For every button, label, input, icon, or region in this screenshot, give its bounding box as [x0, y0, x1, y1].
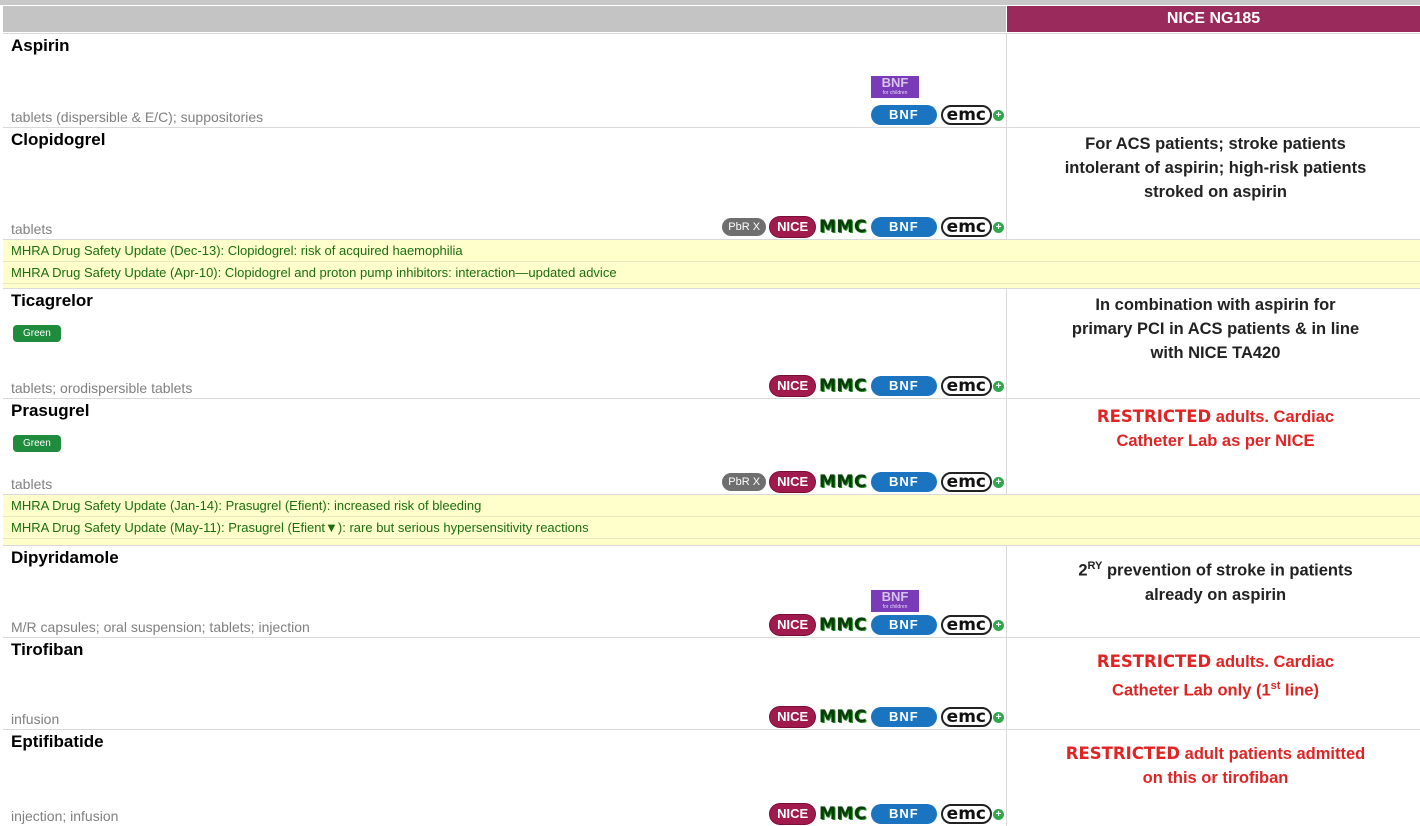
restricted-note: RESTRICTED adults. Cardiac Catheter Lab …: [1096, 407, 1335, 450]
mmc-button[interactable]: MMC: [819, 707, 867, 727]
emc-button[interactable]: emc +: [940, 105, 1004, 125]
column-divider: [1006, 34, 1007, 127]
drug-forms: tablets: [11, 476, 53, 492]
formulary-note: 2RY prevention of stroke in patients alr…: [1078, 560, 1353, 604]
pbr-excluded-badge: PbR X: [722, 218, 767, 236]
drug-row-ticagrelor: Ticagrelor Green tablets; orodispersible…: [3, 288, 1420, 398]
emc-button[interactable]: emc +: [940, 615, 1004, 635]
column-divider: [1006, 546, 1007, 637]
column-divider: [1006, 399, 1007, 494]
badge-group: PbR X NICE MMC BNF emc +: [722, 216, 1004, 238]
bnf-button[interactable]: BNF: [870, 472, 937, 492]
bnf-button[interactable]: BNF: [870, 217, 937, 237]
drug-row-tirofiban: Tirofiban infusion RESTRICTED adults. Ca…: [3, 637, 1420, 729]
column-divider: [1006, 128, 1007, 239]
drug-name[interactable]: Dipyridamole: [11, 548, 119, 568]
drug-name[interactable]: Eptifibatide: [11, 732, 104, 752]
nice-button[interactable]: NICE: [770, 707, 816, 727]
drug-row-eptifibatide: Eptifibatide injection; infusion RESTRIC…: [3, 729, 1420, 826]
drug-forms: injection; infusion: [11, 808, 119, 824]
drug-forms: infusion: [11, 711, 60, 727]
emc-button[interactable]: emc +: [940, 217, 1004, 237]
nice-button[interactable]: NICE: [770, 472, 816, 492]
emc-button[interactable]: emc +: [940, 804, 1004, 824]
pbr-excluded-badge: PbR X: [722, 473, 767, 491]
drug-row-dipyridamole: Dipyridamole M/R capsules; oral suspensi…: [3, 545, 1420, 637]
formulary-note: In combination with aspirin for primary P…: [1071, 296, 1360, 362]
drug-row-prasugrel: Prasugrel Green tablets RESTRICTED adult…: [3, 398, 1420, 494]
column-divider: [1006, 730, 1007, 826]
mhra-alert-link[interactable]: MHRA Drug Safety Update (Dec-13): Clopid…: [3, 240, 1420, 262]
emc-button[interactable]: emc +: [940, 707, 1004, 727]
drug-row-clopidogrel: Clopidogrel tablets For ACS patients; st…: [3, 127, 1420, 239]
drug-name[interactable]: Tirofiban: [11, 640, 83, 660]
mhra-alert-link[interactable]: MHRA Drug Safety Update (Jan-14): Prasug…: [3, 495, 1420, 517]
badge-group: NICE MMC BNF emc +: [770, 706, 1004, 728]
drug-name[interactable]: Prasugrel: [11, 401, 89, 421]
formulary-table: NICE NG185 Aspirin tablets (dispersible …: [0, 0, 1420, 826]
green-status-tag[interactable]: Green: [13, 325, 61, 342]
drug-forms: M/R capsules; oral suspension; tablets; …: [11, 619, 310, 635]
badge-group: NICE MMC BNF emc +: [770, 803, 1004, 825]
mmc-button[interactable]: MMC: [819, 217, 867, 237]
bnf-button[interactable]: BNF: [870, 376, 937, 396]
bnf-button[interactable]: BNF: [870, 105, 937, 125]
nice-button[interactable]: NICE: [770, 804, 816, 824]
nice-button[interactable]: NICE: [770, 376, 816, 396]
bnf-button[interactable]: BNF: [870, 615, 937, 635]
restricted-note: RESTRICTED adult patients admitted on th…: [1065, 744, 1366, 787]
mmc-button[interactable]: MMC: [819, 615, 867, 635]
mmc-button[interactable]: MMC: [819, 472, 867, 492]
column-divider: [1006, 289, 1007, 398]
mmc-button[interactable]: MMC: [819, 804, 867, 824]
header-blank: [3, 6, 1006, 32]
badge-group: BNF emc +: [870, 104, 1004, 126]
badge-group: NICE MMC BNF emc +: [770, 375, 1004, 397]
green-status-tag[interactable]: Green: [13, 435, 61, 452]
mhra-alerts-clopidogrel: MHRA Drug Safety Update (Dec-13): Clopid…: [3, 239, 1420, 288]
drug-forms: tablets; orodispersible tablets: [11, 380, 193, 396]
mhra-alert-link[interactable]: MHRA Drug Safety Update (May-11): Prasug…: [3, 517, 1420, 539]
mhra-alert-link[interactable]: MHRA Drug Safety Update (Apr-10): Clopid…: [3, 262, 1420, 284]
badge-group: PbR X NICE MMC BNF emc +: [722, 471, 1004, 493]
drug-name[interactable]: Aspirin: [11, 36, 70, 56]
mhra-alerts-prasugrel: MHRA Drug Safety Update (Jan-14): Prasug…: [3, 494, 1420, 545]
guideline-header: NICE NG185: [1007, 6, 1420, 32]
drug-forms: tablets (dispersible & E/C); suppositori…: [11, 109, 264, 125]
nice-button[interactable]: NICE: [770, 217, 816, 237]
bnfc-icon[interactable]: BNF for children: [871, 76, 919, 98]
drug-name[interactable]: Ticagrelor: [11, 291, 93, 311]
bnfc-icon[interactable]: BNF for children: [871, 590, 919, 612]
emc-button[interactable]: emc +: [940, 472, 1004, 492]
mmc-button[interactable]: MMC: [819, 376, 867, 396]
drug-row-aspirin: Aspirin tablets (dispersible & E/C); sup…: [3, 33, 1420, 127]
top-rule: [0, 0, 1420, 5]
nice-button[interactable]: NICE: [770, 615, 816, 635]
drug-forms: tablets: [11, 221, 53, 237]
restricted-note: RESTRICTED adults. Cardiac Catheter Lab …: [1096, 652, 1335, 700]
bnf-button[interactable]: BNF: [870, 804, 937, 824]
badge-group: NICE MMC BNF emc +: [770, 614, 1004, 636]
column-divider: [1006, 638, 1007, 729]
bnf-button[interactable]: BNF: [870, 707, 937, 727]
emc-button[interactable]: emc +: [940, 376, 1004, 396]
drug-name[interactable]: Clopidogrel: [11, 130, 105, 150]
formulary-note: For ACS patients; stroke patients intoler…: [1064, 135, 1367, 201]
